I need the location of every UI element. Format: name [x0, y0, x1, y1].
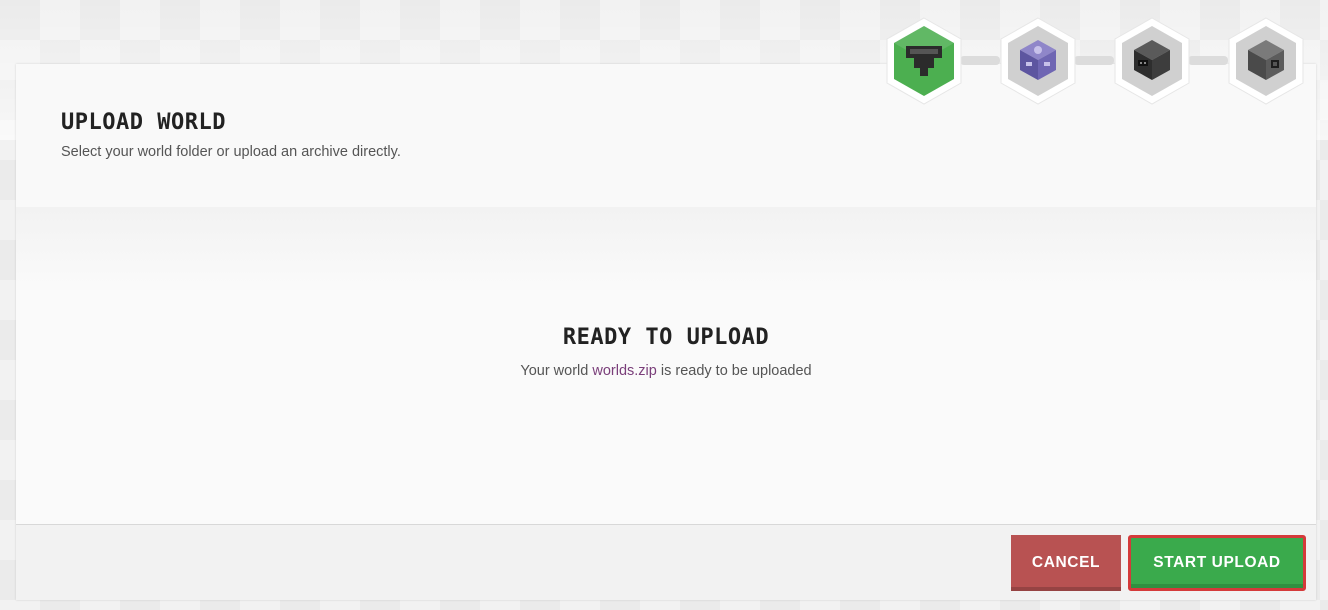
step-3 — [1112, 16, 1192, 106]
filename: worlds.zip — [592, 363, 657, 379]
upload-status-area: READY TO UPLOAD Your world worlds.zip is… — [16, 207, 1316, 524]
ready-text-after: is ready to be uploaded — [656, 363, 812, 379]
step-4 — [1226, 16, 1306, 106]
ready-message: Your world worlds.zip is ready to be upl… — [16, 363, 1316, 379]
step-1 — [884, 16, 964, 106]
upload-world-panel: UPLOAD WORLD Select your world folder or… — [16, 64, 1316, 600]
step-connector — [1074, 56, 1114, 65]
ready-text-before: Your world — [520, 363, 593, 379]
step-2 — [998, 16, 1078, 106]
page-subtitle: Select your world folder or upload an ar… — [61, 144, 401, 160]
step-connector — [1188, 56, 1228, 65]
start-upload-button[interactable]: START UPLOAD — [1128, 535, 1306, 591]
cancel-button[interactable]: CANCEL — [1011, 535, 1121, 591]
ready-title: READY TO UPLOAD — [562, 325, 770, 350]
step-connector — [960, 56, 1000, 65]
page-title: UPLOAD WORLD — [61, 110, 226, 135]
panel-footer: CANCEL START UPLOAD — [16, 524, 1316, 600]
step-progress — [884, 16, 1314, 106]
